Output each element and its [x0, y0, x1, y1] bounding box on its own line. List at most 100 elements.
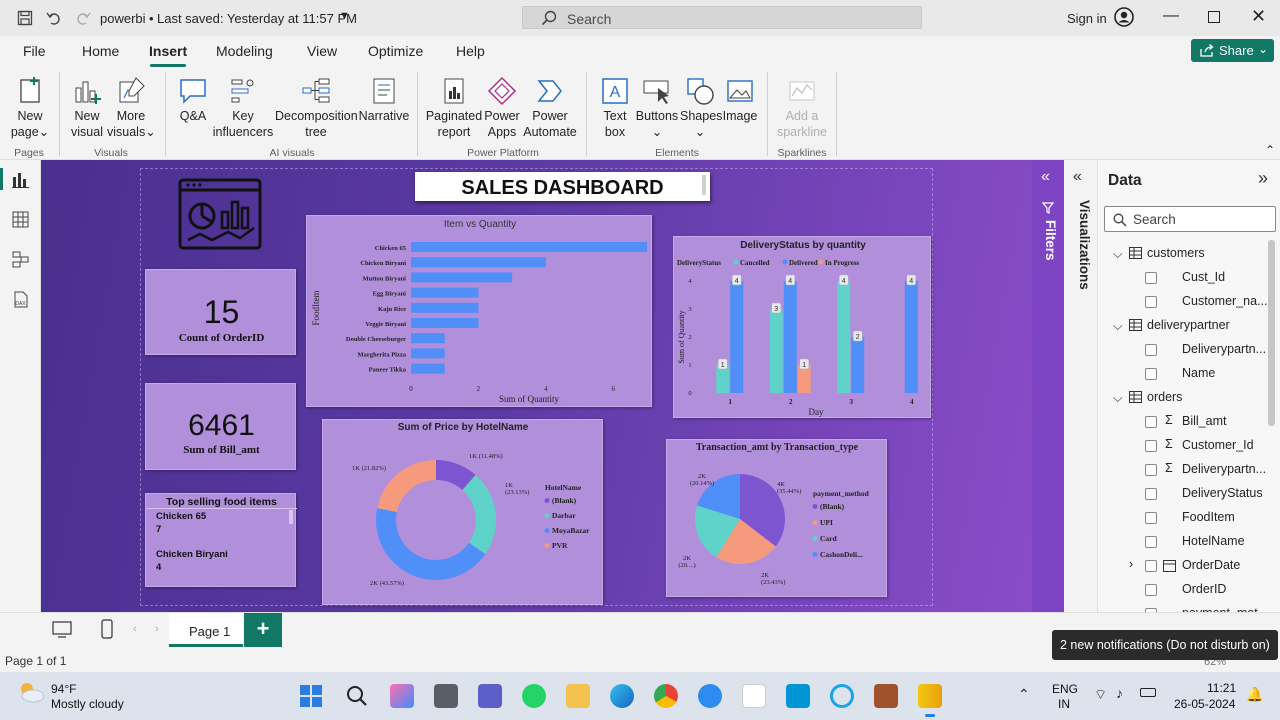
menu-home[interactable]: Home — [82, 43, 119, 59]
field-checkbox[interactable] — [1145, 296, 1157, 308]
data-pane-scrollbar[interactable] — [1268, 240, 1275, 426]
minimize-icon[interactable]: — — [1163, 7, 1179, 25]
scroll-right-icon[interactable]: › — [155, 623, 159, 635]
menu-modeling[interactable]: Modeling — [216, 43, 273, 59]
power-apps-button[interactable]: Power Apps — [483, 76, 521, 140]
save-icon[interactable] — [17, 10, 33, 26]
qa-button[interactable]: Q&A — [174, 76, 212, 124]
kpi-card-bill-sum[interactable]: 6461 Sum of Bill_amt — [145, 383, 296, 470]
field-checkbox[interactable] — [1145, 440, 1157, 452]
chevron-down-icon[interactable]: ⌵ — [1113, 391, 1122, 406]
search-input[interactable]: Search — [522, 6, 922, 29]
field-checkbox[interactable] — [1145, 416, 1157, 428]
field-checkbox[interactable] — [1145, 584, 1157, 596]
game-icon[interactable] — [874, 684, 898, 708]
image-button[interactable]: Image — [720, 76, 760, 124]
store-icon[interactable] — [742, 684, 766, 708]
top-selling-table[interactable]: Top selling food items Chicken 65 7 Chic… — [145, 493, 297, 587]
delivery-status-chart[interactable]: DeliveryStatus by quantity DeliveryStatus… — [673, 236, 931, 418]
expand-visualizations-icon[interactable]: « — [1073, 168, 1082, 186]
teams-icon[interactable] — [478, 684, 502, 708]
shapes-button[interactable]: Shapes ⌄ — [680, 76, 722, 140]
weather-cloudy-icon[interactable] — [16, 679, 46, 705]
item-quantity-chart[interactable]: Item vs Quantity Chicken 65 Chicken Biryan… — [306, 215, 652, 407]
more-visuals-button[interactable]: More visuals⌄ — [107, 76, 156, 140]
search-icon[interactable] — [346, 685, 368, 707]
key-influencers-button[interactable]: Key influencers — [212, 76, 274, 140]
dax-query-icon[interactable]: DAX — [12, 291, 29, 308]
field-checkbox[interactable] — [1145, 536, 1157, 548]
field-checkbox[interactable] — [1145, 272, 1157, 284]
new-page-button[interactable]: New page⌄ — [8, 76, 52, 140]
chevron-down-icon[interactable]: ▼ — [339, 10, 350, 22]
wifi-icon[interactable]: ⌔ — [1094, 686, 1107, 704]
clock-time[interactable]: 11:21 — [1207, 681, 1236, 695]
region-indicator[interactable]: IN — [1058, 697, 1070, 711]
power-automate-button[interactable]: Power Automate — [523, 76, 577, 140]
menu-insert[interactable]: Insert — [149, 43, 187, 59]
field-deliverypartner-id[interactable]: Deliverypartn... — [1182, 342, 1266, 356]
chevron-down-icon[interactable]: ⌵ — [1113, 319, 1122, 334]
scroll-left-icon[interactable]: ‹ — [133, 623, 137, 635]
weather-desc[interactable]: Mostly cloudy — [51, 697, 124, 711]
share-button[interactable]: Share ⌄ — [1191, 39, 1274, 62]
expand-filters-icon[interactable]: « — [1041, 168, 1050, 186]
visualizations-pane-collapsed[interactable]: « Visualizations — [1064, 160, 1098, 612]
menu-file[interactable]: File — [23, 43, 46, 59]
collapse-data-pane-icon[interactable]: » — [1258, 168, 1268, 189]
price-by-hotel-chart[interactable]: Sum of Price by HotelName 1K (11.48%) 1K (2… — [322, 419, 603, 605]
field-checkbox[interactable] — [1145, 512, 1157, 524]
menu-help[interactable]: Help — [456, 43, 485, 59]
battery-icon[interactable] — [1140, 688, 1156, 697]
model-view-icon[interactable] — [12, 251, 29, 268]
close-icon[interactable]: ✕ — [1251, 6, 1266, 27]
field-delivery-status[interactable]: DeliveryStatus — [1182, 486, 1263, 500]
myhp-icon[interactable] — [786, 684, 810, 708]
field-orderdate[interactable]: OrderDate — [1182, 558, 1240, 572]
menu-view[interactable]: View — [307, 43, 337, 59]
table-scrollbar[interactable] — [289, 510, 293, 524]
chrome-icon[interactable] — [654, 684, 678, 708]
volume-icon[interactable]: ♪ — [1116, 685, 1123, 701]
field-fooditem[interactable]: FoodItem — [1182, 510, 1235, 524]
field-checkbox[interactable] — [1145, 464, 1157, 476]
windows-start-icon[interactable] — [300, 685, 322, 707]
mobile-layout-icon[interactable] — [101, 619, 113, 639]
cortana-icon[interactable] — [830, 684, 854, 708]
sign-in-link[interactable]: Sign in — [1067, 11, 1107, 26]
notification-bell-icon[interactable]: 🔔 — [1246, 686, 1263, 703]
report-view-icon[interactable] — [12, 171, 29, 188]
text-box-button[interactable]: A Text box — [596, 76, 634, 140]
whatsapp-icon[interactable] — [522, 684, 546, 708]
decomposition-tree-button[interactable]: Decomposition tree — [275, 76, 358, 140]
copilot-icon[interactable] — [390, 684, 414, 708]
data-search-input[interactable]: Search — [1104, 206, 1276, 232]
paginated-report-button[interactable]: Paginated report — [425, 76, 483, 140]
redo-icon[interactable] — [75, 10, 91, 26]
field-orderid[interactable]: OrderID — [1182, 582, 1226, 596]
desktop-layout-icon[interactable] — [52, 621, 72, 638]
add-sparkline-button[interactable]: Add a sparkline — [774, 76, 830, 140]
clock-date[interactable]: 26-05-2024 — [1174, 697, 1235, 711]
list-item[interactable]: Chicken Biryani 4 — [156, 548, 228, 574]
undo-icon[interactable] — [46, 10, 62, 26]
language-indicator[interactable]: ENG — [1052, 682, 1078, 696]
field-customer-name[interactable]: Customer_na... — [1182, 294, 1267, 308]
new-visual-button[interactable]: New visual — [68, 76, 106, 140]
buttons-button[interactable]: Buttons ⌄ — [634, 76, 680, 140]
filters-pane-collapsed[interactable]: « Filters — [1032, 160, 1064, 612]
table-view-icon[interactable] — [12, 211, 29, 228]
notification-toast[interactable]: 2 new notifications (Do not disturb on) — [1052, 630, 1278, 660]
list-item[interactable]: Chicken 65 7 — [156, 510, 206, 536]
add-page-button[interactable]: + — [244, 613, 282, 647]
table-deliverypartner[interactable]: deliverypartner — [1147, 318, 1230, 332]
chevron-down-icon[interactable]: ⌵ — [1113, 247, 1122, 262]
chevron-right-icon[interactable]: › — [1129, 557, 1133, 571]
field-cust-id[interactable]: Cust_Id — [1182, 270, 1225, 284]
transaction-type-chart[interactable]: Transaction_amt by Transaction_type 4K (35… — [666, 439, 887, 597]
help-icon[interactable] — [698, 684, 722, 708]
kpi-card-order-count[interactable]: 15 Count of OrderID — [145, 269, 296, 355]
collapse-ribbon-icon[interactable]: ⌃ — [1265, 143, 1275, 157]
narrative-button[interactable]: Narrative — [357, 76, 411, 124]
field-hotelname[interactable]: HotelName — [1182, 534, 1245, 548]
